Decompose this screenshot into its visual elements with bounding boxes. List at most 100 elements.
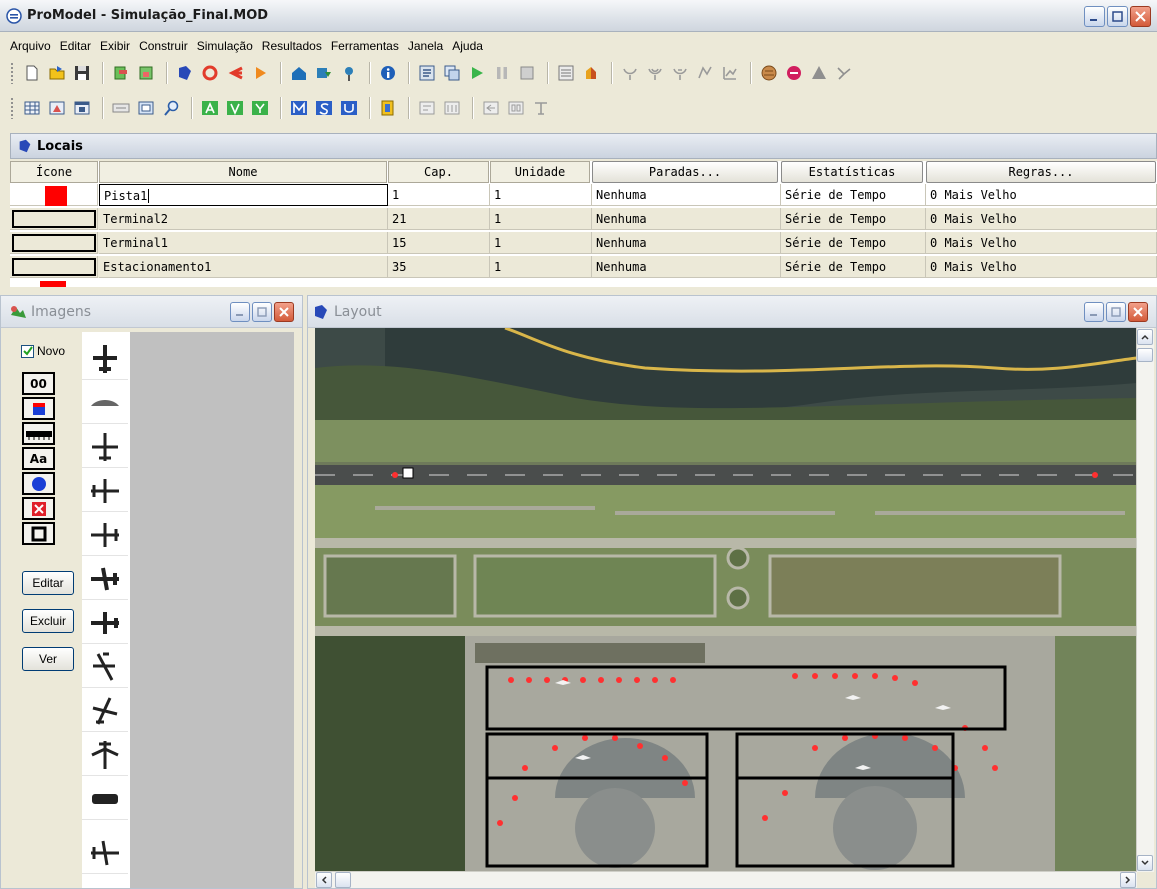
graphics-button[interactable] (580, 63, 601, 84)
warning-button[interactable] (808, 63, 829, 84)
graph-tool-3[interactable] (669, 63, 690, 84)
layout-horizontal-scrollbar[interactable] (315, 871, 1137, 888)
nome-edit-cell[interactable]: Pista1 (99, 184, 388, 206)
entities-button[interactable] (199, 63, 220, 84)
regras-cell[interactable]: 0 Mais Velho (926, 256, 1157, 278)
global-button[interactable] (758, 63, 779, 84)
table-row[interactable]: Terminal1 15 1 Nenhuma Série de Tempo 0 … (10, 232, 1157, 254)
edit-tool-4[interactable] (505, 98, 526, 119)
graphic-item[interactable] (82, 338, 128, 380)
imagens-close-button[interactable] (274, 302, 294, 322)
graphic-item[interactable] (82, 602, 128, 644)
graphic-item[interactable] (82, 690, 128, 732)
square-tool-button[interactable] (22, 522, 55, 545)
scroll-right-button[interactable] (1120, 872, 1136, 888)
cap-cell[interactable]: 1 (388, 184, 490, 206)
editar-button[interactable]: Editar (22, 571, 74, 595)
scroll-thumb[interactable] (335, 872, 351, 888)
options-button[interactable] (416, 63, 437, 84)
build-locations-button[interactable] (110, 63, 131, 84)
menu-arquivo[interactable]: Arquivo (10, 39, 51, 53)
regras-cell[interactable]: 0 Mais Velho (926, 232, 1157, 254)
zoom-field-button[interactable] (110, 98, 131, 119)
scroll-up-button[interactable] (1137, 329, 1153, 345)
toolbar-grip[interactable] (10, 62, 14, 84)
tool-u-button[interactable] (338, 98, 359, 119)
views-button[interactable] (46, 98, 67, 119)
col-paradas-button[interactable]: Paradas... (592, 161, 778, 183)
menu-janela[interactable]: Janela (408, 39, 443, 53)
col-regras-button[interactable]: Regras... (926, 161, 1156, 183)
edit-tool-5[interactable] (530, 98, 551, 119)
text-tool-button[interactable]: Aa (22, 447, 55, 470)
scroll-left-button[interactable] (316, 872, 332, 888)
menu-exibir[interactable]: Exibir (100, 39, 130, 53)
graphic-item[interactable] (82, 558, 128, 600)
circle-tool-button[interactable] (22, 472, 55, 495)
arrivals-button[interactable] (313, 63, 334, 84)
status-light-tool-button[interactable] (22, 497, 55, 520)
plot-button[interactable] (833, 63, 854, 84)
nome-cell[interactable]: Terminal2 (99, 208, 388, 230)
cap-cell[interactable]: 15 (388, 232, 490, 254)
menu-resultados[interactable]: Resultados (262, 39, 322, 53)
table-row[interactable]: Estacionamento1 35 1 Nenhuma Série de Te… (10, 256, 1157, 278)
new-file-button[interactable] (21, 63, 42, 84)
paradas-cell[interactable]: Nenhuma (592, 184, 781, 206)
tool-s-button[interactable] (313, 98, 334, 119)
open-button[interactable] (46, 63, 67, 84)
pause-button[interactable] (491, 63, 512, 84)
scroll-thumb[interactable] (1137, 348, 1153, 362)
menu-construir[interactable]: Construir (139, 39, 188, 53)
layout-titlebar[interactable]: Layout (308, 296, 1156, 328)
estatisticas-cell[interactable]: Série de Tempo (781, 256, 926, 278)
imagens-maximize-button[interactable] (252, 302, 272, 322)
excluir-button[interactable]: Excluir (22, 609, 74, 633)
menu-editar[interactable]: Editar (60, 39, 91, 53)
col-estatisticas-button[interactable]: Estatísticas (781, 161, 923, 183)
cap-cell[interactable]: 21 (388, 208, 490, 230)
graphic-item[interactable] (82, 734, 128, 776)
imagens-titlebar[interactable]: Imagens (1, 296, 302, 328)
unidade-cell[interactable]: 1 (490, 256, 592, 278)
background-button[interactable] (377, 98, 398, 119)
ver-button[interactable]: Ver (22, 647, 74, 671)
counter-tool-button[interactable]: 00 (22, 372, 55, 395)
table-row[interactable]: Pista1 1 1 Nenhuma Série de Tempo 0 Mais… (10, 184, 1157, 206)
run-button[interactable] (466, 63, 487, 84)
row-icon-cell[interactable] (10, 232, 98, 254)
regras-cell[interactable]: 0 Mais Velho (926, 208, 1157, 230)
image-preview-area[interactable] (130, 332, 294, 888)
estatisticas-cell[interactable]: Série de Tempo (781, 208, 926, 230)
stop-button[interactable] (516, 63, 537, 84)
graphic-item[interactable] (82, 514, 128, 556)
tool-v-button[interactable] (224, 98, 245, 119)
menu-ferramentas[interactable]: Ferramentas (331, 39, 399, 53)
paradas-cell[interactable]: Nenhuma (592, 208, 781, 230)
nome-cell[interactable]: Terminal1 (99, 232, 388, 254)
edit-tool-1[interactable] (416, 98, 437, 119)
graph-tool-1[interactable] (619, 63, 640, 84)
table-row[interactable]: Terminal2 21 1 Nenhuma Série de Tempo 0 … (10, 208, 1157, 230)
build-entities-button[interactable] (135, 63, 156, 84)
toolbar-grip[interactable] (10, 97, 14, 119)
cap-cell[interactable]: 35 (388, 256, 490, 278)
layout-canvas[interactable] (315, 328, 1137, 872)
output-button[interactable] (555, 63, 576, 84)
info-button[interactable] (377, 63, 398, 84)
maximize-button[interactable] (1107, 6, 1128, 27)
row-icon-cell[interactable] (10, 256, 98, 278)
graph-tool-2[interactable] (644, 63, 665, 84)
windows-button[interactable] (441, 63, 462, 84)
tool-m-button[interactable] (288, 98, 309, 119)
grid-button[interactable] (21, 98, 42, 119)
fill-tool-button[interactable] (22, 397, 55, 420)
layout-close-button[interactable] (1128, 302, 1148, 322)
record-button[interactable] (783, 63, 804, 84)
graphic-item[interactable] (82, 470, 128, 512)
resources-button[interactable] (249, 63, 270, 84)
close-button[interactable] (1130, 6, 1151, 27)
estatisticas-cell[interactable]: Série de Tempo (781, 232, 926, 254)
tool-a-button[interactable] (199, 98, 220, 119)
estatisticas-cell[interactable]: Série de Tempo (781, 184, 926, 206)
